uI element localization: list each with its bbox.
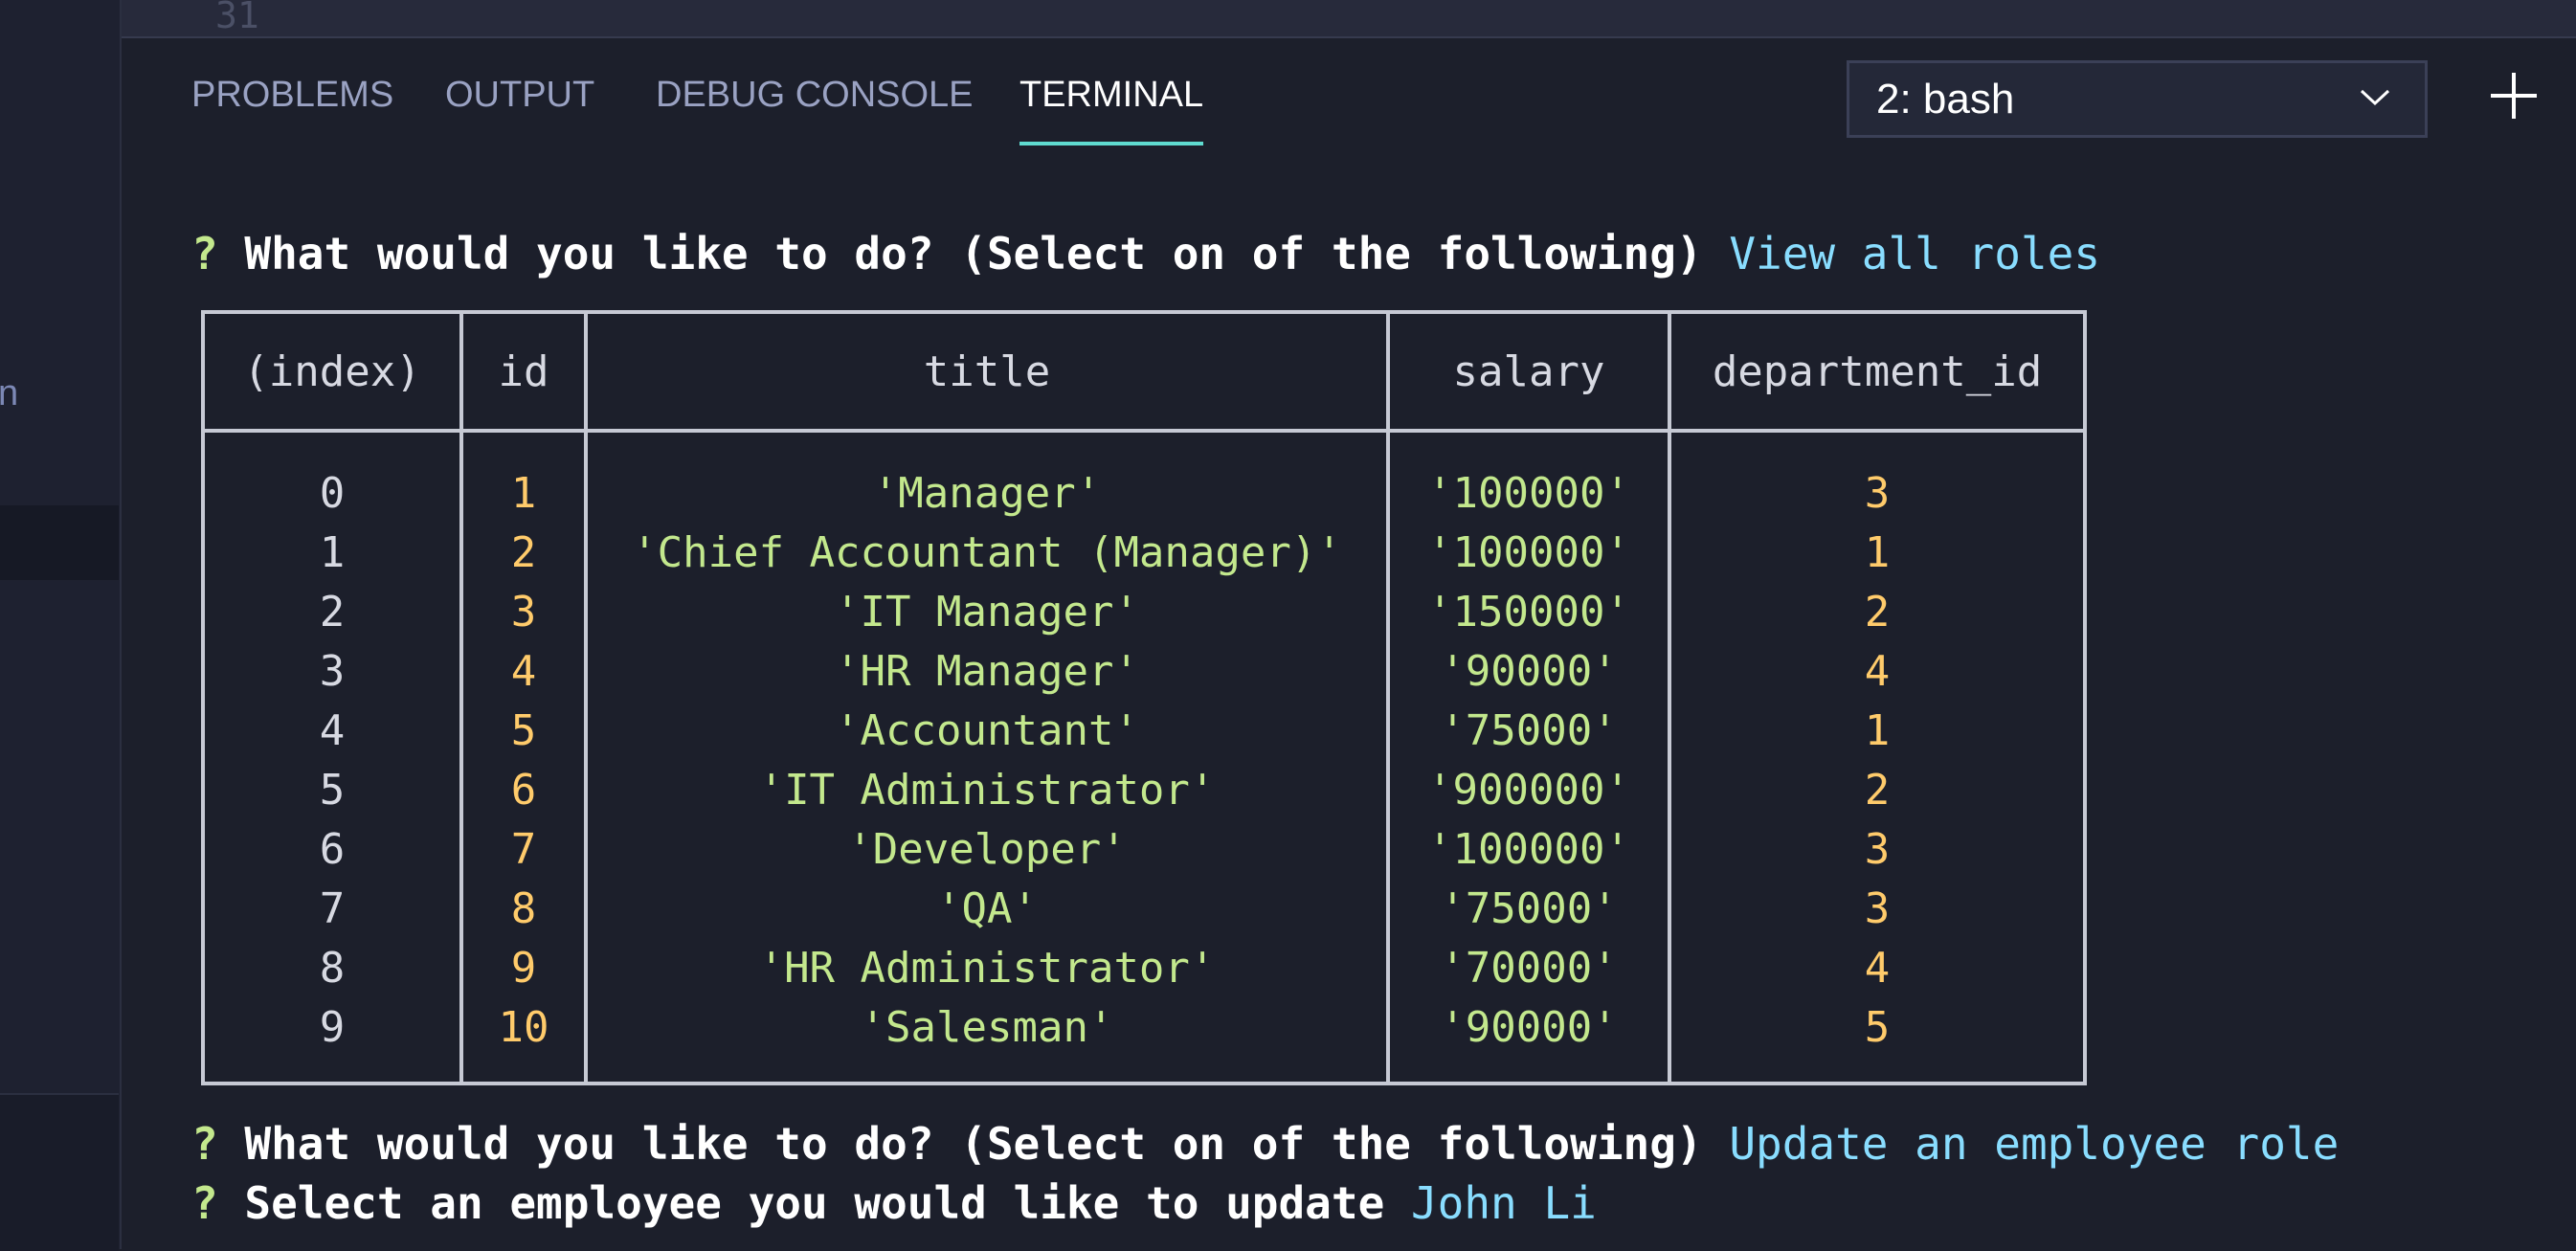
cell-id: 7 (459, 819, 588, 879)
table-row: 1 2 'Chief Accountant (Manager)' '100000… (201, 523, 2087, 582)
cell-department-id: 3 (1668, 819, 2087, 879)
cell-id: 5 (459, 701, 588, 760)
terminal-select[interactable]: 2: bash (1847, 60, 2428, 138)
table-row: 9 10 'Salesman' '90000' 5 (201, 997, 2087, 1085)
cell-salary: '90000' (1386, 641, 1671, 701)
cell-index: 2 (201, 582, 463, 641)
cell-title: 'IT Manager' (584, 582, 1390, 641)
cell-id: 2 (459, 523, 588, 582)
terminal-select-value: 2: bash (1876, 76, 2015, 123)
cell-id: 1 (459, 431, 588, 523)
cell-title: 'Manager' (584, 431, 1390, 523)
tab-debug-console[interactable]: DEBUG CONSOLE (656, 75, 974, 116)
cell-salary: '70000' (1386, 938, 1671, 997)
prompt-line-2: ? What would you like to do? (Select on … (191, 1118, 2339, 1170)
cell-id: 9 (459, 938, 588, 997)
prompt-answer: View all roles (1729, 228, 2101, 279)
table-row: 3 4 'HR Manager' '90000' 4 (201, 641, 2087, 701)
tab-terminal[interactable]: TERMINAL (1019, 75, 1204, 145)
cell-department-id: 3 (1668, 431, 2087, 523)
table-row: 5 6 'IT Administrator' '900000' 2 (201, 760, 2087, 819)
cell-salary: '90000' (1386, 997, 1671, 1085)
table-row: 6 7 'Developer' '100000' 3 (201, 819, 2087, 879)
cell-id: 3 (459, 582, 588, 641)
editor-area: 31 (122, 0, 2576, 38)
table-row: 2 3 'IT Manager' '150000' 2 (201, 582, 2087, 641)
cell-id: 10 (459, 997, 588, 1085)
tab-problems[interactable]: PROBLEMS (191, 75, 393, 116)
cell-salary: '900000' (1386, 760, 1671, 819)
column-header: id (459, 310, 588, 433)
prompt-answer: Update an employee role (1729, 1118, 2340, 1170)
cell-department-id: 2 (1668, 582, 2087, 641)
plus-icon[interactable] (2485, 67, 2542, 124)
table-row: 0 1 'Manager' '100000' 3 (201, 431, 2087, 523)
cell-title: 'HR Manager' (584, 641, 1390, 701)
cell-id: 8 (459, 879, 588, 938)
cell-salary: '150000' (1386, 582, 1671, 641)
table-row: 8 9 'HR Administrator' '70000' 4 (201, 938, 2087, 997)
prompt-question: What would you like to do? (Select on of… (244, 228, 1703, 279)
cell-index: 7 (201, 879, 463, 938)
prompt-question: What would you like to do? (Select on of… (244, 1118, 1703, 1170)
cell-department-id: 4 (1668, 641, 2087, 701)
cell-index: 6 (201, 819, 463, 879)
cell-title: 'Accountant' (584, 701, 1390, 760)
cell-salary: '75000' (1386, 879, 1671, 938)
tab-output[interactable]: OUTPUT (445, 75, 594, 116)
prompt-symbol: ? (191, 228, 218, 279)
prompt-question: Select an employee you would like to upd… (244, 1177, 1385, 1229)
column-header: title (584, 310, 1390, 433)
table-row: 7 8 'QA' '75000' 3 (201, 879, 2087, 938)
table-header-row: (index) id title salary department_id (201, 310, 2087, 433)
cell-department-id: 2 (1668, 760, 2087, 819)
cell-title: 'IT Administrator' (584, 760, 1390, 819)
line-number: 31 (215, 0, 259, 36)
cell-department-id: 5 (1668, 997, 2087, 1085)
prompt-line-3: ? Select an employee you would like to u… (191, 1177, 1597, 1229)
cell-title: 'Developer' (584, 819, 1390, 879)
column-header: (index) (201, 310, 463, 433)
prompt-line-1: ? What would you like to do? (Select on … (191, 228, 2100, 279)
cell-title: 'QA' (584, 879, 1390, 938)
cell-department-id: 1 (1668, 523, 2087, 582)
cell-salary: '100000' (1386, 819, 1671, 879)
table-row: 4 5 'Accountant' '75000' 1 (201, 701, 2087, 760)
cell-department-id: 1 (1668, 701, 2087, 760)
sidebar-bottom-section (0, 1093, 119, 1251)
cell-title: 'Salesman' (584, 997, 1390, 1085)
sidebar-active-row[interactable] (0, 505, 119, 580)
cell-salary: '100000' (1386, 431, 1671, 523)
chevron-down-icon (2360, 89, 2390, 106)
cell-index: 5 (201, 760, 463, 819)
column-header: salary (1386, 310, 1671, 433)
cell-id: 6 (459, 760, 588, 819)
activity-sidebar: n (0, 0, 122, 1251)
prompt-symbol: ? (191, 1118, 218, 1170)
cell-index: 4 (201, 701, 463, 760)
cell-salary: '75000' (1386, 701, 1671, 760)
column-header: department_id (1668, 310, 2087, 433)
cell-index: 0 (201, 431, 463, 523)
cell-index: 3 (201, 641, 463, 701)
cell-title: 'Chief Accountant (Manager)' (584, 523, 1390, 582)
roles-table: (index) id title salary department_id 0 … (201, 310, 2087, 1085)
cell-index: 1 (201, 523, 463, 582)
cell-salary: '100000' (1386, 523, 1671, 582)
cell-index: 9 (201, 997, 463, 1085)
prompt-answer: John Li (1410, 1177, 1597, 1229)
prompt-symbol: ? (191, 1177, 218, 1229)
sidebar-glyph: n (0, 373, 19, 413)
cell-department-id: 3 (1668, 879, 2087, 938)
cell-department-id: 4 (1668, 938, 2087, 997)
cell-id: 4 (459, 641, 588, 701)
cell-index: 8 (201, 938, 463, 997)
cell-title: 'HR Administrator' (584, 938, 1390, 997)
